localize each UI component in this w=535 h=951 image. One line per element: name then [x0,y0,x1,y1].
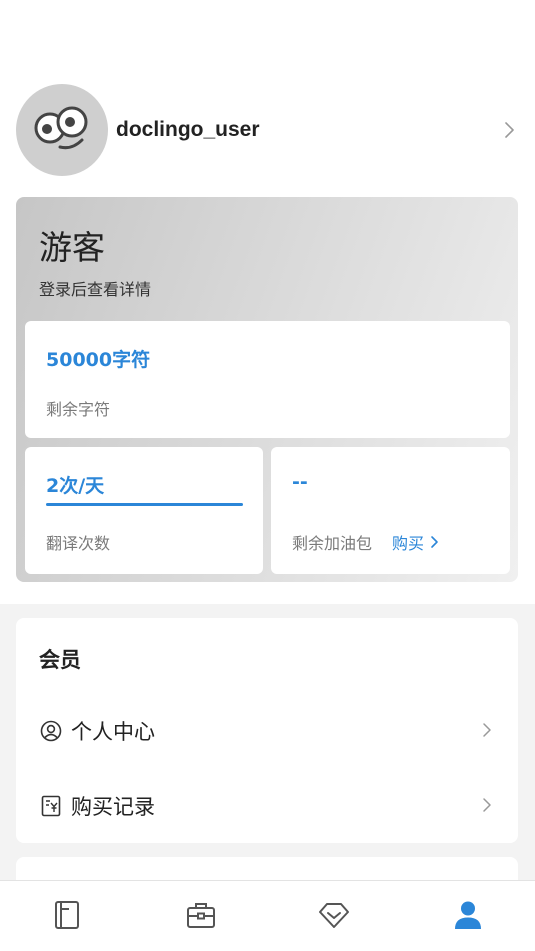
remaining-chars-label: 剩余字符 [46,400,111,419]
buy-pack-label: 购买 [392,534,425,553]
buy-pack-link[interactable]: 购买 [392,530,439,554]
booster-pack-box: -- 剩余加油包 购买 [271,447,510,574]
my-page: doclingo_user 游客 登录后查看详情 50000字符 剩余字符 2次… [0,0,535,951]
account-type-title: 游客 [39,228,105,267]
login-hint[interactable]: 登录后查看详情 [39,276,151,300]
avatar[interactable] [16,84,108,176]
person-icon [455,901,482,929]
chevron-right-icon [483,798,491,812]
tab-vip[interactable] [268,881,402,951]
chevron-right-icon[interactable] [501,120,517,140]
bottom-tab-bar [0,880,535,951]
menu-item-purchase-records[interactable]: 购买记录 [16,781,518,831]
chevron-right-icon [431,536,438,548]
toolbox-icon [186,903,215,928]
menu-item-personal-center[interactable]: 个人中心 [16,706,518,756]
tab-documents[interactable] [0,881,134,951]
googly-eyes-avatar-icon [34,106,88,150]
translation-count-box: 2次/天 翻译次数 [25,447,263,574]
booster-pack-label: 剩余加油包 [292,534,373,553]
diamond-icon [319,903,350,928]
receipt-icon [40,795,62,817]
translation-count-value: 2次/天 [46,475,105,497]
booster-pack-value: -- [292,471,308,493]
translation-count-label: 翻译次数 [46,534,111,553]
quota-card: 游客 登录后查看详情 50000字符 剩余字符 2次/天 翻译次数 -- 剩余加… [16,197,518,582]
menu-item-label: 个人中心 [71,720,155,744]
remaining-chars-box: 50000字符 剩余字符 [25,321,510,438]
chevron-right-icon [483,723,491,737]
profile-header[interactable]: doclingo_user [16,84,519,176]
translation-count-underline [46,503,243,506]
tab-toolbox[interactable] [134,881,268,951]
user-circle-icon [40,720,62,742]
tab-profile[interactable] [401,881,535,951]
remaining-chars-value: 50000字符 [46,349,151,371]
username: doclingo_user [116,118,260,141]
member-section-title: 会员 [39,648,81,672]
menu-item-label: 购买记录 [71,795,155,819]
member-card: 会员 个人中心 购买记录 [16,618,518,843]
document-icon [54,901,79,929]
